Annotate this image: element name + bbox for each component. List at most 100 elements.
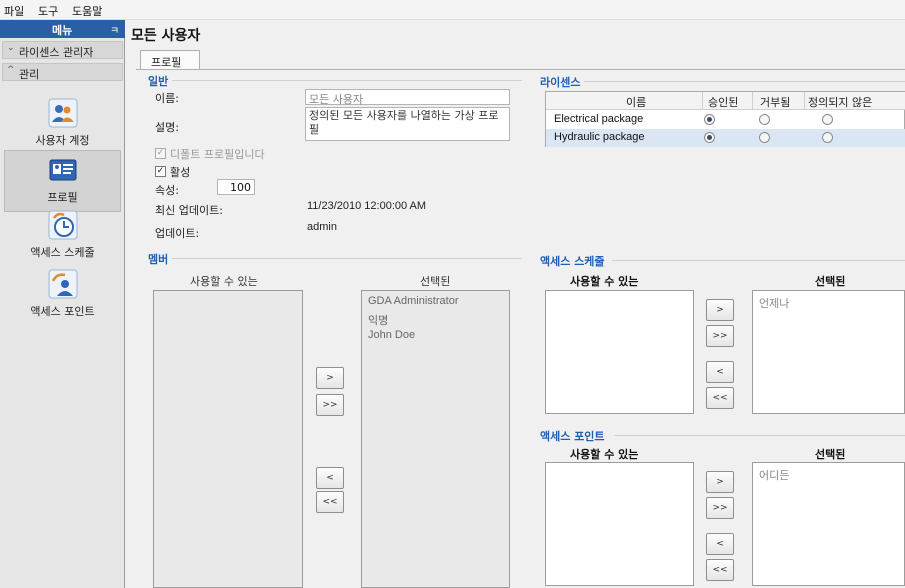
list-item[interactable]: 언제나 [759, 295, 789, 311]
sidebar-item-label: 사용자 계정 [35, 134, 90, 147]
list-item[interactable]: John Doe [368, 329, 415, 341]
menu-tools[interactable]: 도구 [38, 3, 58, 19]
sidebar-title: 메뉴 [52, 24, 73, 37]
chevron-up-icon: ^ [7, 65, 15, 75]
schedule-selected-header: 선택된 [815, 275, 846, 288]
sidebar-group-label: 라이센스 관리자 [19, 46, 94, 59]
column-divider [752, 92, 753, 110]
menu-file[interactable]: 파일 [4, 3, 24, 19]
license-col-undefined: 정의되지 않은 [808, 96, 873, 109]
sidebar-item-label: 액세스 스케줄 [30, 246, 95, 259]
schedule-available-list[interactable] [545, 290, 694, 414]
list-item[interactable]: GDA Administrator [368, 295, 458, 307]
access-point-add-button[interactable]: > [706, 471, 734, 493]
section-divider [614, 435, 905, 436]
access-point-available-list[interactable] [545, 462, 694, 586]
active-label: 활성 [170, 166, 191, 179]
profile-card-icon [49, 159, 76, 181]
chevron-down-icon: ⌄ [7, 43, 15, 53]
section-access-point-title: 액세스 포인트 [540, 430, 605, 443]
menu-bar: 파일 도구 도움말 [0, 0, 905, 20]
schedule-remove-button[interactable]: < [706, 361, 734, 383]
sidebar-item-user-accounts[interactable]: 사용자 계정 [0, 94, 125, 156]
column-divider [804, 92, 805, 110]
approved-radio[interactable] [704, 114, 715, 125]
users-icon [48, 98, 77, 128]
section-divider [172, 258, 522, 259]
access-point-remove-button[interactable]: < [706, 533, 734, 555]
schedule-clock-icon [48, 210, 77, 240]
access-point-remove-all-button[interactable]: << [706, 559, 734, 581]
sidebar-item-label: 프로필 [47, 191, 78, 204]
name-field[interactable]: 모든 사용자 [305, 89, 510, 106]
tab-profile[interactable]: 프로필 [140, 50, 200, 70]
list-item[interactable]: 익명 [368, 312, 388, 328]
sidebar-group-license-manager[interactable]: ⌄ 라이센스 관리자 [2, 41, 123, 59]
section-divider [612, 260, 905, 261]
tab-label: 프로필 [151, 56, 182, 69]
members-add-all-button[interactable]: >> [316, 394, 344, 416]
schedule-remove-all-button[interactable]: << [706, 387, 734, 409]
sidebar: 메뉴 ㅋ ⌄ 라이센스 관리자 ^ 관리 사용자 계정 프로필 액세스 스케줄 … [0, 20, 125, 588]
license-row[interactable]: Electrical package [546, 111, 905, 129]
members-available-header: 사용할 수 있는 [190, 275, 258, 288]
approved-radio[interactable] [704, 132, 715, 143]
undefined-radio[interactable] [822, 114, 833, 125]
license-grid-header: 이름 승인된 거부됨 정의되지 않은 [546, 92, 905, 110]
undefined-radio[interactable] [822, 132, 833, 143]
denied-radio[interactable] [759, 114, 770, 125]
license-name: Hydraulic package [554, 131, 645, 143]
last-updated-value: 11/23/2010 12:00:00 AM [307, 200, 427, 212]
section-members-title: 멤버 [148, 253, 169, 266]
license-row[interactable]: Hydraulic package [546, 129, 905, 147]
section-divider [172, 80, 522, 81]
license-grid: 이름 승인된 거부됨 정의되지 않은 Electrical package Hy… [545, 91, 905, 147]
members-available-list[interactable] [153, 290, 303, 588]
access-point-add-all-button[interactable]: >> [706, 497, 734, 519]
license-col-name: 이름 [626, 96, 647, 109]
sidebar-group-admin[interactable]: ^ 관리 [2, 63, 123, 81]
schedule-add-button[interactable]: > [706, 299, 734, 321]
section-license-title: 라이센스 [540, 76, 581, 89]
description-label: 설명: [155, 121, 179, 134]
sidebar-group-label: 관리 [19, 68, 40, 81]
access-point-available-header: 사용할 수 있는 [570, 448, 639, 461]
pin-icon[interactable]: ㅋ [110, 22, 119, 37]
last-updated-label: 최신 업데이트: [155, 204, 223, 217]
access-point-selected-header: 선택된 [815, 448, 846, 461]
sidebar-item-access-point[interactable]: 액세스 포인트 [0, 265, 125, 327]
tab-divider [136, 69, 905, 70]
access-point-icon [48, 269, 77, 299]
license-col-denied: 거부됨 [760, 96, 791, 109]
schedule-add-all-button[interactable]: >> [706, 325, 734, 347]
attribute-label: 속성: [155, 184, 179, 197]
active-checkbox[interactable]: ✓ [155, 166, 166, 177]
column-divider [702, 92, 703, 110]
sidebar-header: 메뉴 ㅋ [0, 20, 125, 38]
default-profile-checkbox[interactable]: ✓ [155, 148, 166, 159]
section-schedule-title: 액세스 스케줄 [540, 255, 605, 268]
schedule-selected-list[interactable]: 언제나 [752, 290, 905, 414]
description-field[interactable]: 정의된 모든 사용자를 나열하는 가상 프로필 [305, 107, 510, 141]
denied-radio[interactable] [759, 132, 770, 143]
name-label: 이름: [155, 92, 179, 105]
default-profile-label: 디폴트 프로필입니다 [170, 148, 265, 161]
updater-value: admin [307, 221, 337, 233]
page-title: 모든 사용자 [131, 28, 201, 44]
schedule-available-header: 사용할 수 있는 [570, 275, 639, 288]
members-selected-list[interactable]: GDA Administrator 익명 John Doe [361, 290, 510, 588]
menu-help[interactable]: 도움말 [72, 3, 102, 19]
members-remove-all-button[interactable]: << [316, 491, 344, 513]
sidebar-item-profile[interactable]: 프로필 [4, 150, 121, 212]
license-name: Electrical package [554, 113, 644, 125]
members-add-button[interactable]: > [316, 367, 344, 389]
attribute-field[interactable]: 100 [217, 179, 255, 195]
members-remove-button[interactable]: < [316, 467, 344, 489]
access-point-selected-list[interactable]: 어디든 [752, 462, 905, 586]
sidebar-item-access-schedule[interactable]: 액세스 스케줄 [0, 206, 125, 268]
updater-label: 업데이트: [155, 227, 200, 240]
list-item[interactable]: 어디든 [759, 467, 789, 483]
sidebar-item-label: 액세스 포인트 [30, 305, 95, 318]
members-selected-header: 선택된 [420, 275, 451, 288]
license-col-approved: 승인된 [708, 96, 739, 109]
